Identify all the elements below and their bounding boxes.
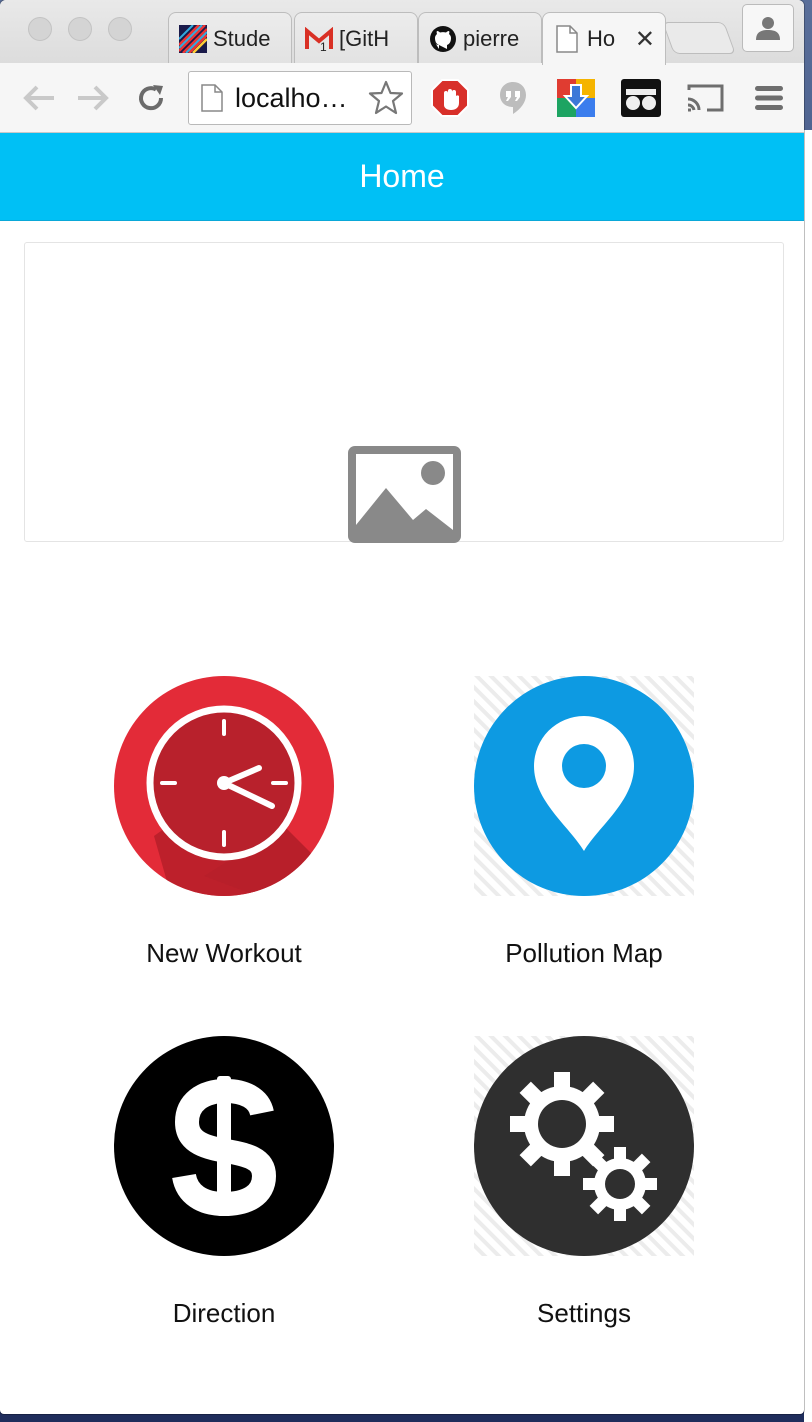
adblock-icon[interactable] <box>430 78 470 118</box>
tab-github[interactable]: pierre <box>418 12 542 64</box>
page-title: Home <box>359 158 445 194</box>
hangouts-icon[interactable] <box>494 79 532 117</box>
dollar-icon <box>114 1036 334 1256</box>
direction-tile[interactable]: Direction <box>74 1036 374 1356</box>
tab-student[interactable]: Stude <box>168 12 292 64</box>
app-header: Home <box>0 133 804 221</box>
tab-gmail[interactable]: 1 [GitH <box>294 12 418 64</box>
download-icon[interactable] <box>556 78 596 118</box>
reload-button[interactable] <box>132 79 170 117</box>
tile-label: New Workout <box>146 938 302 968</box>
github-icon <box>429 25 457 53</box>
minimize-window-button[interactable] <box>68 17 92 41</box>
image-card <box>24 242 784 543</box>
glasses-icon[interactable] <box>620 78 662 118</box>
new-workout-tile[interactable]: New Workout <box>74 676 374 996</box>
close-window-button[interactable] <box>28 17 52 41</box>
image-placeholder-icon <box>348 446 461 543</box>
new-tab-button[interactable] <box>662 22 736 54</box>
tab-title: Ho <box>587 26 616 51</box>
tab-strip: Stude 1 [GitH pierre Ho ✕ <box>0 0 804 65</box>
tile-label: Pollution Map <box>505 938 663 968</box>
tile-label: Settings <box>537 1298 631 1328</box>
background-window <box>804 130 812 1422</box>
colorful-stripes-icon <box>179 24 207 53</box>
browser-window: Stude 1 [GitH pierre Ho ✕ localho… Home … <box>0 0 804 1414</box>
address-bar[interactable]: localho… <box>188 71 412 125</box>
tab-title: pierre <box>463 25 520 51</box>
gmail-badge: 1 <box>320 40 327 51</box>
map-pin-icon <box>474 676 694 896</box>
bookmark-star-icon[interactable] <box>367 80 405 116</box>
close-icon[interactable]: ✕ <box>635 25 655 54</box>
zoom-window-button[interactable] <box>108 17 132 41</box>
profile-button[interactable] <box>742 4 794 52</box>
browser-toolbar: localho… <box>0 63 804 133</box>
gears-icon <box>474 1036 694 1256</box>
settings-tile[interactable]: Settings <box>434 1036 734 1356</box>
person-icon <box>756 17 780 40</box>
menu-icon[interactable] <box>750 79 788 117</box>
gmail-icon: 1 <box>305 25 333 53</box>
tab-home[interactable]: Ho ✕ <box>542 12 666 65</box>
tab-title: Stude <box>213 25 271 51</box>
page-icon <box>201 84 223 112</box>
back-button[interactable] <box>20 79 58 117</box>
page-icon <box>553 25 581 53</box>
clock-icon <box>114 676 334 896</box>
tab-title: [GitH <box>339 25 390 51</box>
cast-icon[interactable] <box>684 79 726 117</box>
forward-arrow-icon <box>78 85 109 111</box>
reload-icon <box>139 85 164 111</box>
pollution-map-tile[interactable]: Pollution Map <box>434 676 734 996</box>
address-text: localho… <box>235 82 348 113</box>
forward-button[interactable] <box>74 79 112 117</box>
tile-label: Direction <box>172 1298 276 1328</box>
back-arrow-icon <box>23 85 54 111</box>
